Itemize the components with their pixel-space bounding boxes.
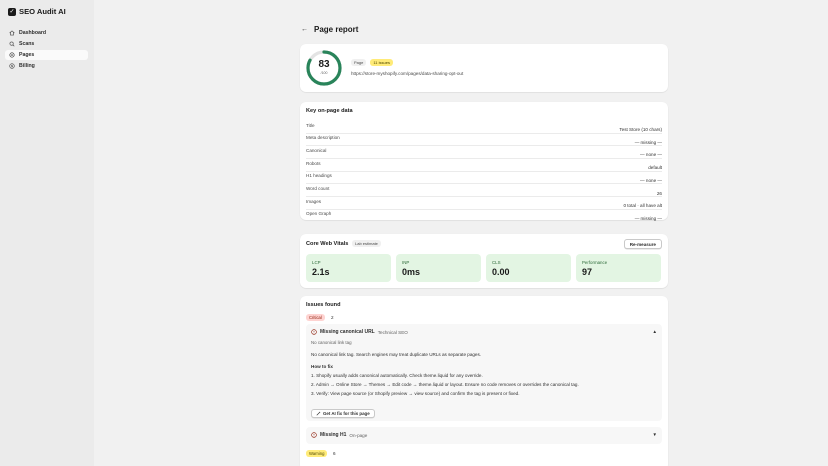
data-value: default bbox=[648, 165, 662, 171]
issue-name: Missing canonical URL bbox=[320, 329, 375, 335]
issue-short: No canonical link tag bbox=[311, 340, 352, 345]
lab-estimate-badge: Lab estimate bbox=[352, 240, 381, 247]
data-value: 26 bbox=[656, 190, 662, 196]
alert-circle-icon bbox=[311, 432, 317, 438]
warning-badge: Warning bbox=[306, 450, 328, 457]
data-row-images: Images 0 total · all have alt bbox=[306, 197, 662, 210]
issue-name: Missing H1 bbox=[320, 432, 347, 438]
vital-value: 0ms bbox=[402, 267, 421, 277]
data-row-h1: H1 headings — none — bbox=[306, 172, 662, 185]
onpage-title: Key on-page data bbox=[306, 108, 353, 114]
brand-logo-icon: ✓ bbox=[8, 7, 16, 16]
score-card: 83 /100 Page 11 issues https://store-mys… bbox=[300, 44, 668, 92]
sidebar-item-pages[interactable]: Pages bbox=[5, 50, 88, 60]
brand: ✓ SEO Audit AI bbox=[8, 7, 66, 16]
vital-performance: Performance 97 bbox=[576, 254, 661, 282]
data-key: Robots bbox=[306, 160, 321, 166]
issue-description: No canonical link tag. Search engines ma… bbox=[311, 352, 482, 357]
warning-count: 6 bbox=[333, 451, 336, 456]
issues-count-badge: 11 issues bbox=[370, 59, 393, 66]
vital-value: 2.1s bbox=[312, 267, 330, 277]
ai-fix-button[interactable]: Get AI fix for this page bbox=[311, 409, 375, 418]
data-row-robots: Robots default bbox=[306, 159, 662, 172]
page-title: Page report bbox=[314, 25, 359, 34]
arrow-left-icon[interactable]: ← bbox=[301, 26, 308, 33]
data-value: Test Store (10 chars) bbox=[619, 127, 662, 132]
chevron-up-icon[interactable]: ▲ bbox=[653, 329, 657, 334]
sidebar-item-label: Scans bbox=[19, 41, 35, 47]
sidebar-item-label: Pages bbox=[19, 52, 35, 58]
sidebar-item-label: Billing bbox=[19, 63, 35, 69]
issue-category: On-page bbox=[349, 432, 368, 438]
home-icon bbox=[9, 30, 15, 36]
vital-value: 0.00 bbox=[492, 267, 510, 277]
critical-badge: Critical bbox=[306, 314, 325, 321]
sidebar-item-scans[interactable]: Scans bbox=[5, 39, 88, 49]
issue-category: Technical SEO bbox=[377, 329, 408, 335]
fix-step: 2. Admin → Online Store → Themes → Edit … bbox=[311, 381, 579, 387]
sidebar: ✓ SEO Audit AI Dashboard Scans Pages Bil… bbox=[0, 0, 94, 466]
data-value: — none — bbox=[640, 177, 662, 183]
data-key: Images bbox=[306, 198, 322, 204]
issue-header: Missing canonical URL Technical SEO bbox=[311, 329, 408, 335]
issues-card: Issues found Critical 2 Missing canonica… bbox=[300, 296, 668, 466]
data-key: Open Graph bbox=[306, 211, 332, 217]
remeasure-button[interactable]: Re-measure bbox=[623, 239, 662, 249]
vitals-card: Core Web Vitals Lab estimate Re-measure … bbox=[300, 234, 668, 288]
data-row-title: Title Test Store (10 chars) bbox=[306, 121, 662, 134]
onpage-data-card: Key on-page data Title Test Store (10 cha… bbox=[300, 102, 668, 223]
vital-label: Performance bbox=[582, 260, 608, 265]
page-header: ← Page report bbox=[301, 25, 358, 34]
data-key: Canonical bbox=[306, 147, 327, 153]
data-row-meta-description: Meta description — missing — bbox=[306, 134, 662, 147]
vital-label: INP bbox=[402, 260, 410, 265]
score-max: /100 bbox=[320, 71, 328, 75]
chevron-down-icon[interactable]: ▼ bbox=[653, 432, 657, 437]
data-value: — missing — bbox=[634, 139, 662, 145]
data-row-canonical: Canonical — none — bbox=[306, 146, 662, 160]
score-meta: Page 11 issues bbox=[351, 59, 393, 66]
ai-fix-label: Get AI fix for this page bbox=[323, 411, 370, 416]
dollar-icon bbox=[9, 63, 15, 69]
gear-icon bbox=[9, 52, 15, 58]
sidebar-item-label: Dashboard bbox=[19, 30, 47, 36]
vital-label: CLS bbox=[492, 260, 501, 265]
page-type-badge: Page bbox=[351, 59, 367, 66]
vital-cls: CLS 0.00 bbox=[486, 254, 571, 282]
data-value: — none — bbox=[640, 152, 662, 158]
vital-inp: INP 0ms bbox=[396, 254, 481, 282]
sidebar-item-dashboard[interactable]: Dashboard bbox=[5, 28, 88, 38]
alert-circle-icon bbox=[311, 329, 317, 335]
vital-value: 97 bbox=[582, 267, 593, 277]
sidebar-item-billing[interactable]: Billing bbox=[5, 61, 88, 71]
critical-count: 2 bbox=[331, 315, 334, 320]
vitals-title: Core Web Vitals bbox=[306, 241, 349, 247]
data-key: H1 headings bbox=[306, 173, 332, 179]
page-url[interactable]: https://store-myshopify.com/pages/data-s… bbox=[351, 71, 463, 76]
data-row-word-count: Word count 26 bbox=[306, 185, 662, 198]
vital-label: LCP bbox=[312, 260, 321, 265]
data-value: 0 total · all have alt bbox=[623, 203, 662, 209]
how-to-fix-heading: How to fix bbox=[311, 364, 333, 369]
score-value: 83 bbox=[318, 59, 330, 70]
search-icon bbox=[9, 41, 15, 47]
fix-step: 3. Verify: View page source (or Shopify … bbox=[311, 390, 520, 396]
data-key: Title bbox=[306, 122, 315, 128]
fix-step: 1. Shopify usually adds canonical automa… bbox=[311, 372, 483, 378]
data-key: Meta description bbox=[306, 135, 340, 141]
data-key: Word count bbox=[306, 186, 330, 191]
issue-header: Missing H1 On-page bbox=[311, 432, 367, 438]
sidebar-nav: Dashboard Scans Pages Billing bbox=[5, 28, 88, 72]
data-row-open-graph: Open Graph — missing — bbox=[306, 210, 662, 223]
magic-wand-icon bbox=[316, 411, 321, 416]
issues-title: Issues found bbox=[306, 302, 341, 308]
vital-lcp: LCP 2.1s bbox=[306, 254, 391, 282]
data-value: — missing — bbox=[634, 215, 662, 221]
issue-missing-h1[interactable]: Missing H1 On-page ▼ bbox=[306, 427, 662, 444]
issue-missing-canonical[interactable]: Missing canonical URL Technical SEO ▲ No… bbox=[306, 324, 662, 421]
brand-name: SEO Audit AI bbox=[19, 7, 66, 16]
